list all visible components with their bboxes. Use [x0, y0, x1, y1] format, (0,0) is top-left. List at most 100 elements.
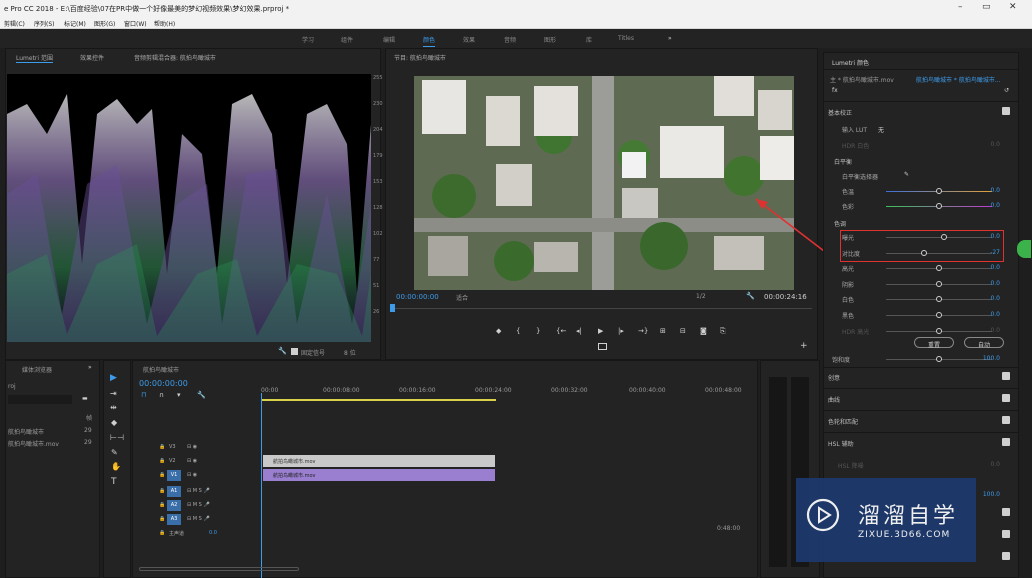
lift-button[interactable]: ⊞ [660, 327, 666, 335]
panel-overflow-button[interactable]: » [88, 364, 92, 371]
reset-button[interactable]: 重置 [914, 337, 954, 349]
workspace-tab-titles[interactable]: Titles [618, 35, 634, 42]
razor-tool-icon[interactable]: ◆ [111, 418, 117, 427]
timeline-settings-icon[interactable]: 🔧 [197, 391, 206, 399]
section-checkbox[interactable] [1002, 508, 1010, 516]
list-item[interactable]: 航拍鸟瞰城市.mov 29 [6, 437, 99, 448]
resolution-select[interactable]: 1/2 [696, 293, 706, 300]
tone-slider[interactable] [886, 327, 992, 334]
tone-slider-value[interactable]: 0.0 [990, 264, 1000, 271]
menu-item-clip[interactable]: 剪辑(C) [4, 19, 25, 28]
input-lut-select[interactable]: 无 [878, 125, 884, 134]
slider-knob[interactable] [936, 312, 942, 318]
menu-item-sequence[interactable]: 序列(S) [34, 19, 55, 28]
mark-in-button[interactable]: { [516, 327, 520, 335]
section-hsl-secondary[interactable]: HSL 辅助 [828, 439, 854, 448]
temperature-value[interactable]: 0.0 [990, 187, 1000, 194]
selection-tool-icon[interactable]: ▶ [110, 373, 117, 383]
saturation-slider[interactable] [886, 356, 992, 362]
workspace-tab-graphics[interactable]: 图形 [544, 35, 556, 44]
play-button[interactable]: ▶ [598, 327, 603, 335]
tone-slider-value[interactable]: -27 [990, 249, 1000, 256]
tone-slider-value[interactable]: 0.0 [990, 311, 1000, 318]
slider-knob[interactable] [936, 265, 942, 272]
workspace-tab-editing[interactable]: 编辑 [383, 35, 395, 44]
fit-select[interactable]: 适合 [456, 293, 468, 302]
reset-icon[interactable]: ↺ [1004, 87, 1009, 94]
step-forward-button[interactable]: |▸ [618, 327, 624, 335]
basic-correction-checkbox[interactable] [1002, 107, 1010, 115]
go-to-in-button[interactable]: {← [556, 327, 566, 335]
clip-v2[interactable]: 航拍鸟瞰城市.mov [263, 455, 495, 467]
menu-item-graphics[interactable]: 图形(G) [94, 19, 115, 28]
menu-item-help[interactable]: 帮助(H) [154, 19, 175, 28]
tone-slider-value[interactable]: 0.0 [990, 280, 1000, 287]
slider-knob[interactable] [921, 249, 927, 256]
timeline-playhead[interactable] [261, 393, 262, 578]
curves-checkbox[interactable] [1002, 394, 1010, 402]
timeline-timecode[interactable]: 00:00:00:00 [139, 379, 188, 388]
eyedropper-icon[interactable]: ✎ [904, 171, 909, 178]
wrench-icon[interactable]: 🔧 [278, 347, 287, 355]
snap-icon[interactable]: ⊓ [141, 391, 146, 399]
close-button[interactable]: ✕ [1009, 2, 1017, 12]
bin-icon[interactable]: ▬ [82, 395, 88, 402]
add-button-icon[interactable]: + [800, 341, 808, 351]
export-frame-button[interactable]: ◙ [700, 327, 707, 335]
work-area-bar[interactable] [261, 399, 496, 401]
workspace-tab-audio[interactable]: 音频 [504, 35, 516, 44]
bit-depth-select[interactable]: 8 位 [344, 348, 356, 357]
section-creative[interactable]: 创意 [828, 373, 840, 382]
add-marker-button[interactable]: ◆ [496, 327, 501, 335]
tab-lumetri-scopes[interactable]: Lumetri 范围 [16, 53, 53, 63]
creative-checkbox[interactable] [1002, 372, 1010, 380]
tint-value[interactable]: 0.0 [990, 202, 1000, 209]
workspace-tab-effects[interactable]: 效果 [463, 35, 475, 44]
hand-tool-icon[interactable]: ✋ [111, 462, 121, 471]
hsl-value[interactable]: 100.0 [983, 491, 1000, 498]
tab-audio-clip-mixer[interactable]: 音频剪辑混合器: 航拍鸟瞰城市 [134, 53, 216, 62]
tint-slider[interactable] [886, 203, 992, 209]
slider-knob[interactable] [941, 234, 947, 240]
clamp-checkbox[interactable] [291, 348, 298, 355]
tone-slider-value[interactable]: 0.0 [990, 295, 1000, 302]
menu-item-window[interactable]: 窗口(W) [124, 19, 147, 28]
go-to-out-button[interactable]: →} [638, 327, 648, 335]
step-back-button[interactable]: ◂| [576, 327, 582, 335]
sequence-tab[interactable]: 航拍鸟瞰城市 [143, 365, 179, 374]
tone-slider[interactable] [886, 296, 992, 303]
tab-effect-controls[interactable]: 效果控件 [80, 53, 104, 62]
workspace-overflow-button[interactable]: » [668, 35, 672, 42]
slider-knob[interactable] [936, 296, 942, 303]
track-select-tool-icon[interactable]: ⇥ [110, 389, 117, 398]
maximize-button[interactable]: ▭ [982, 2, 991, 12]
program-timecode[interactable]: 00:00:00:00 [396, 293, 439, 301]
workspace-tab-color[interactable]: 颜色 [423, 35, 436, 47]
color-wheels-checkbox[interactable] [1002, 416, 1010, 424]
temperature-slider[interactable] [886, 188, 992, 194]
timeline-zoom-scrollbar[interactable] [139, 567, 299, 571]
tone-slider[interactable] [886, 234, 992, 240]
section-basic-correction[interactable]: 基本校正 [828, 108, 852, 117]
workspace-tab-libraries[interactable]: 库 [586, 35, 592, 44]
program-time-ruler[interactable] [392, 308, 812, 313]
wrench-icon[interactable]: 🔧 [746, 292, 755, 300]
tone-slider-value[interactable]: 0.0 [990, 233, 1000, 240]
linked-selection-icon[interactable]: ∩ [159, 391, 164, 399]
minimize-button[interactable]: – [958, 2, 963, 12]
pen-tool-icon[interactable]: ✎ [111, 448, 118, 457]
mark-out-button[interactable]: } [536, 327, 540, 335]
add-marker-icon[interactable]: ▾ [177, 391, 181, 399]
ripple-edit-tool-icon[interactable]: ⇹ [110, 403, 117, 412]
tone-slider[interactable] [886, 312, 992, 318]
tone-slider[interactable] [886, 280, 992, 287]
slider-knob[interactable] [936, 327, 942, 334]
slider-knob[interactable] [936, 280, 942, 287]
clip-v1[interactable]: 航拍鸟瞰城市.mov [263, 469, 495, 481]
clip-link[interactable]: 航拍鸟瞰城市 * 航拍鸟瞰城市... [916, 75, 1001, 84]
side-handle[interactable] [1017, 240, 1031, 258]
hsl-secondary-checkbox[interactable] [1002, 438, 1010, 446]
saturation-value[interactable]: 100.0 [983, 355, 1000, 362]
tone-slider-value[interactable]: 0.0 [990, 327, 1000, 334]
playhead-marker[interactable] [390, 304, 395, 312]
